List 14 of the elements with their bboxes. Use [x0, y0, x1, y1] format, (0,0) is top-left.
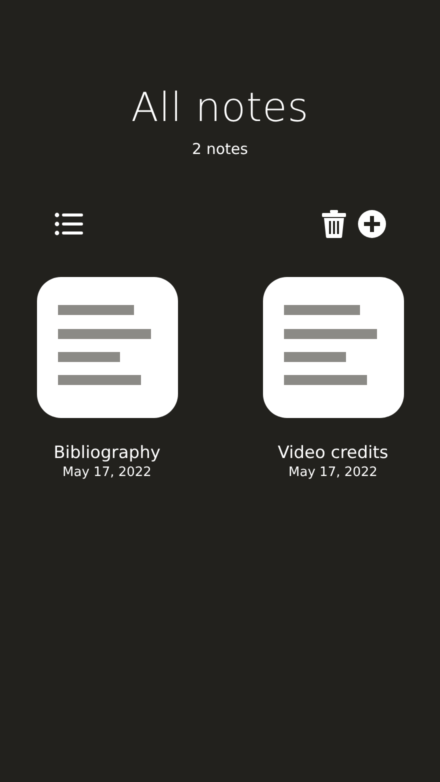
page-title: All notes [131, 88, 309, 128]
note-thumbnail[interactable] [262, 276, 404, 418]
delete-button[interactable] [322, 210, 346, 238]
note-thumbnail[interactable] [36, 276, 178, 418]
plus-icon [358, 210, 386, 238]
note-title[interactable]: Bibliography [54, 444, 160, 462]
note-title[interactable]: Video credits [278, 444, 388, 462]
list-icon [54, 210, 84, 236]
note-date: May 17, 2022 [288, 466, 378, 480]
note-count: 2 notes [192, 139, 248, 160]
note-date: May 17, 2022 [62, 466, 152, 480]
trash-icon [322, 210, 346, 238]
add-button[interactable] [358, 210, 386, 238]
list-view-button[interactable] [54, 210, 84, 236]
